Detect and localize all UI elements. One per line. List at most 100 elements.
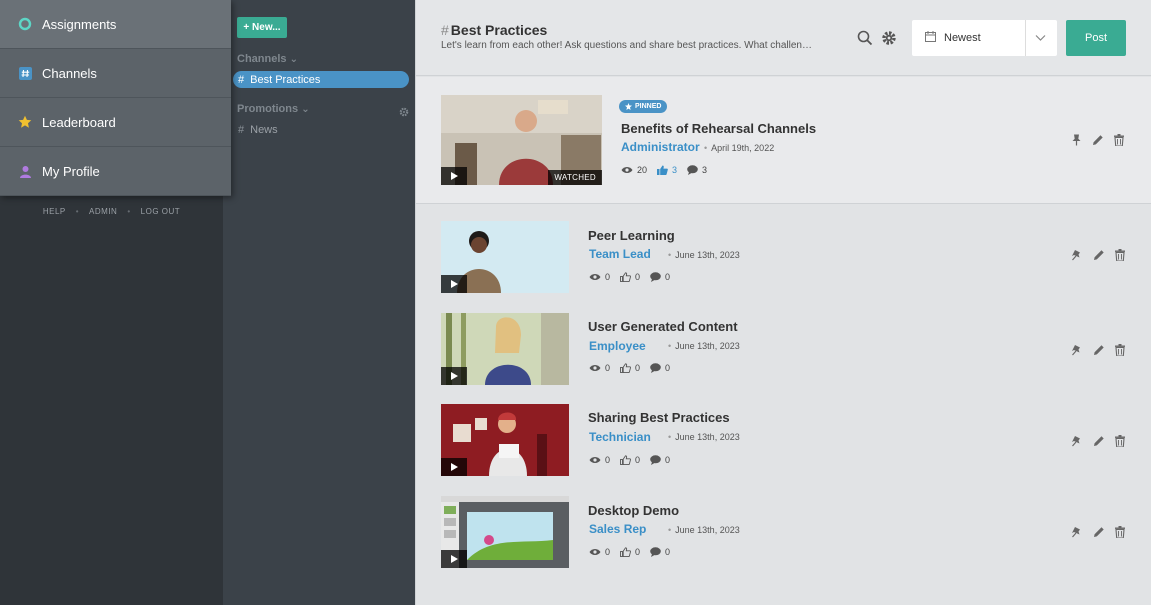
- trash-icon[interactable]: [1115, 344, 1125, 356]
- trash-icon[interactable]: [1115, 249, 1125, 261]
- post-author[interactable]: Administrator: [621, 140, 700, 154]
- channel-label: News: [250, 123, 278, 136]
- nav-item-assignments[interactable]: Assignments: [0, 0, 231, 49]
- video-thumbnail[interactable]: [441, 221, 569, 293]
- pin-outline-icon[interactable]: [1071, 435, 1083, 447]
- likes-stat[interactable]: 0: [620, 363, 640, 373]
- pin-outline-icon[interactable]: [1071, 526, 1083, 538]
- post-stats: 0 0 0: [589, 455, 676, 465]
- views-stat: 0: [589, 455, 610, 465]
- views-stat: 0: [589, 363, 610, 373]
- search-icon[interactable]: [857, 30, 873, 51]
- video-thumbnail[interactable]: [441, 496, 569, 568]
- comments-stat[interactable]: 3: [687, 165, 707, 175]
- post-author[interactable]: Technician: [589, 430, 651, 444]
- comment-icon: [650, 547, 661, 557]
- play-icon[interactable]: [441, 167, 467, 185]
- gear-icon[interactable]: [399, 104, 409, 117]
- hash-icon: #: [238, 73, 245, 86]
- trash-icon[interactable]: [1114, 134, 1124, 146]
- hash-box-icon: [18, 66, 32, 80]
- views-count: 0: [605, 455, 611, 465]
- video-thumbnail[interactable]: [441, 404, 569, 476]
- new-channel-button[interactable]: + New...: [237, 17, 287, 38]
- nav-menu: Assignments Channels Leaderboard My Prof…: [0, 0, 231, 196]
- comments-stat[interactable]: 0: [650, 363, 670, 373]
- post-date: • June 13th, 2023: [668, 525, 740, 535]
- post-author[interactable]: Employee: [589, 339, 646, 353]
- channel-item-best-practices[interactable]: # Best Practices: [233, 71, 409, 88]
- thumbs-up-icon: [620, 363, 631, 373]
- list-item[interactable]: Sharing Best Practices Technician • June …: [416, 397, 1151, 487]
- pin-outline-icon[interactable]: [1071, 249, 1083, 261]
- pin-outline-icon[interactable]: [1071, 344, 1083, 356]
- page-title: # Best Practices: [441, 22, 547, 38]
- likes-stat[interactable]: 0: [620, 547, 640, 557]
- title-text: Best Practices: [450, 22, 548, 38]
- pinned-post[interactable]: WATCHED PINNED Benefits of Rehearsal Cha…: [416, 77, 1151, 204]
- post-actions: [1071, 526, 1125, 538]
- post-date: • June 13th, 2023: [668, 250, 740, 260]
- likes-stat[interactable]: 3: [657, 165, 677, 175]
- post-author[interactable]: Team Lead: [589, 247, 651, 261]
- post-stats: 0 0 0: [589, 363, 676, 373]
- channel-item-news[interactable]: # News: [233, 121, 409, 138]
- edit-pencil-icon[interactable]: [1093, 249, 1105, 261]
- trash-icon[interactable]: [1115, 526, 1125, 538]
- nav-item-channels[interactable]: Channels: [0, 49, 231, 98]
- main-navigation: Assignments Channels Leaderboard My Prof…: [0, 0, 231, 605]
- trash-icon[interactable]: [1115, 435, 1125, 447]
- sort-dropdown[interactable]: Newest: [912, 20, 1057, 56]
- play-icon[interactable]: [441, 458, 467, 476]
- edit-pencil-icon[interactable]: [1093, 435, 1105, 447]
- play-icon[interactable]: [441, 550, 467, 568]
- post-button[interactable]: Post: [1066, 20, 1126, 56]
- gear-icon[interactable]: [881, 30, 897, 51]
- channel-description: Let's learn from each other! Ask questio…: [441, 40, 812, 51]
- edit-pencil-icon[interactable]: [1093, 344, 1105, 356]
- likes-count: 0: [635, 547, 641, 557]
- nav-item-my-profile[interactable]: My Profile: [0, 147, 231, 196]
- logout-link[interactable]: LOG OUT: [141, 207, 181, 216]
- thumbs-up-icon: [620, 547, 631, 557]
- chevron-down-icon: ⌄: [289, 54, 298, 65]
- pin-icon[interactable]: [1071, 134, 1082, 146]
- views-stat: 0: [589, 547, 610, 557]
- post-author[interactable]: Sales Rep: [589, 522, 646, 536]
- video-thumbnail[interactable]: WATCHED: [441, 95, 602, 185]
- list-item[interactable]: Peer Learning Team Lead • June 13th, 2023…: [416, 214, 1151, 304]
- post-title[interactable]: Benefits of Rehearsal Channels: [621, 121, 816, 136]
- help-link[interactable]: HELP: [43, 207, 66, 216]
- post-title[interactable]: Sharing Best Practices: [588, 410, 730, 425]
- channels-group-header[interactable]: Channels ⌄: [237, 53, 298, 65]
- video-thumbnail[interactable]: [441, 313, 569, 385]
- post-title[interactable]: Peer Learning: [588, 228, 675, 243]
- comments-stat[interactable]: 0: [650, 455, 670, 465]
- comments-stat[interactable]: 0: [650, 272, 670, 282]
- thumbs-up-icon: [657, 165, 668, 175]
- play-icon[interactable]: [441, 275, 467, 293]
- nav-item-label: Leaderboard: [42, 114, 116, 130]
- post-date: • June 13th, 2023: [668, 432, 740, 442]
- post-title[interactable]: User Generated Content: [588, 319, 738, 334]
- likes-stat[interactable]: 0: [620, 272, 640, 282]
- eye-icon: [589, 365, 601, 371]
- post-title[interactable]: Desktop Demo: [588, 503, 679, 518]
- eye-icon: [589, 274, 601, 280]
- nav-item-leaderboard[interactable]: Leaderboard: [0, 98, 231, 147]
- edit-pencil-icon[interactable]: [1092, 134, 1104, 146]
- list-item[interactable]: User Generated Content Employee • June 13…: [416, 306, 1151, 396]
- comment-icon: [650, 363, 661, 373]
- date-text: April 19th, 2022: [711, 143, 775, 153]
- admin-link[interactable]: ADMIN: [89, 207, 117, 216]
- list-item[interactable]: Desktop Demo Sales Rep • June 13th, 2023 …: [416, 489, 1151, 579]
- nav-item-label: My Profile: [42, 163, 100, 179]
- star-icon: [18, 115, 32, 129]
- edit-pencil-icon[interactable]: [1093, 526, 1105, 538]
- comments-stat[interactable]: 0: [650, 547, 670, 557]
- likes-count: 0: [635, 272, 641, 282]
- play-icon[interactable]: [441, 367, 467, 385]
- promotions-group-header[interactable]: Promotions ⌄: [237, 103, 310, 115]
- likes-stat[interactable]: 0: [620, 455, 640, 465]
- calendar-icon: [925, 31, 936, 45]
